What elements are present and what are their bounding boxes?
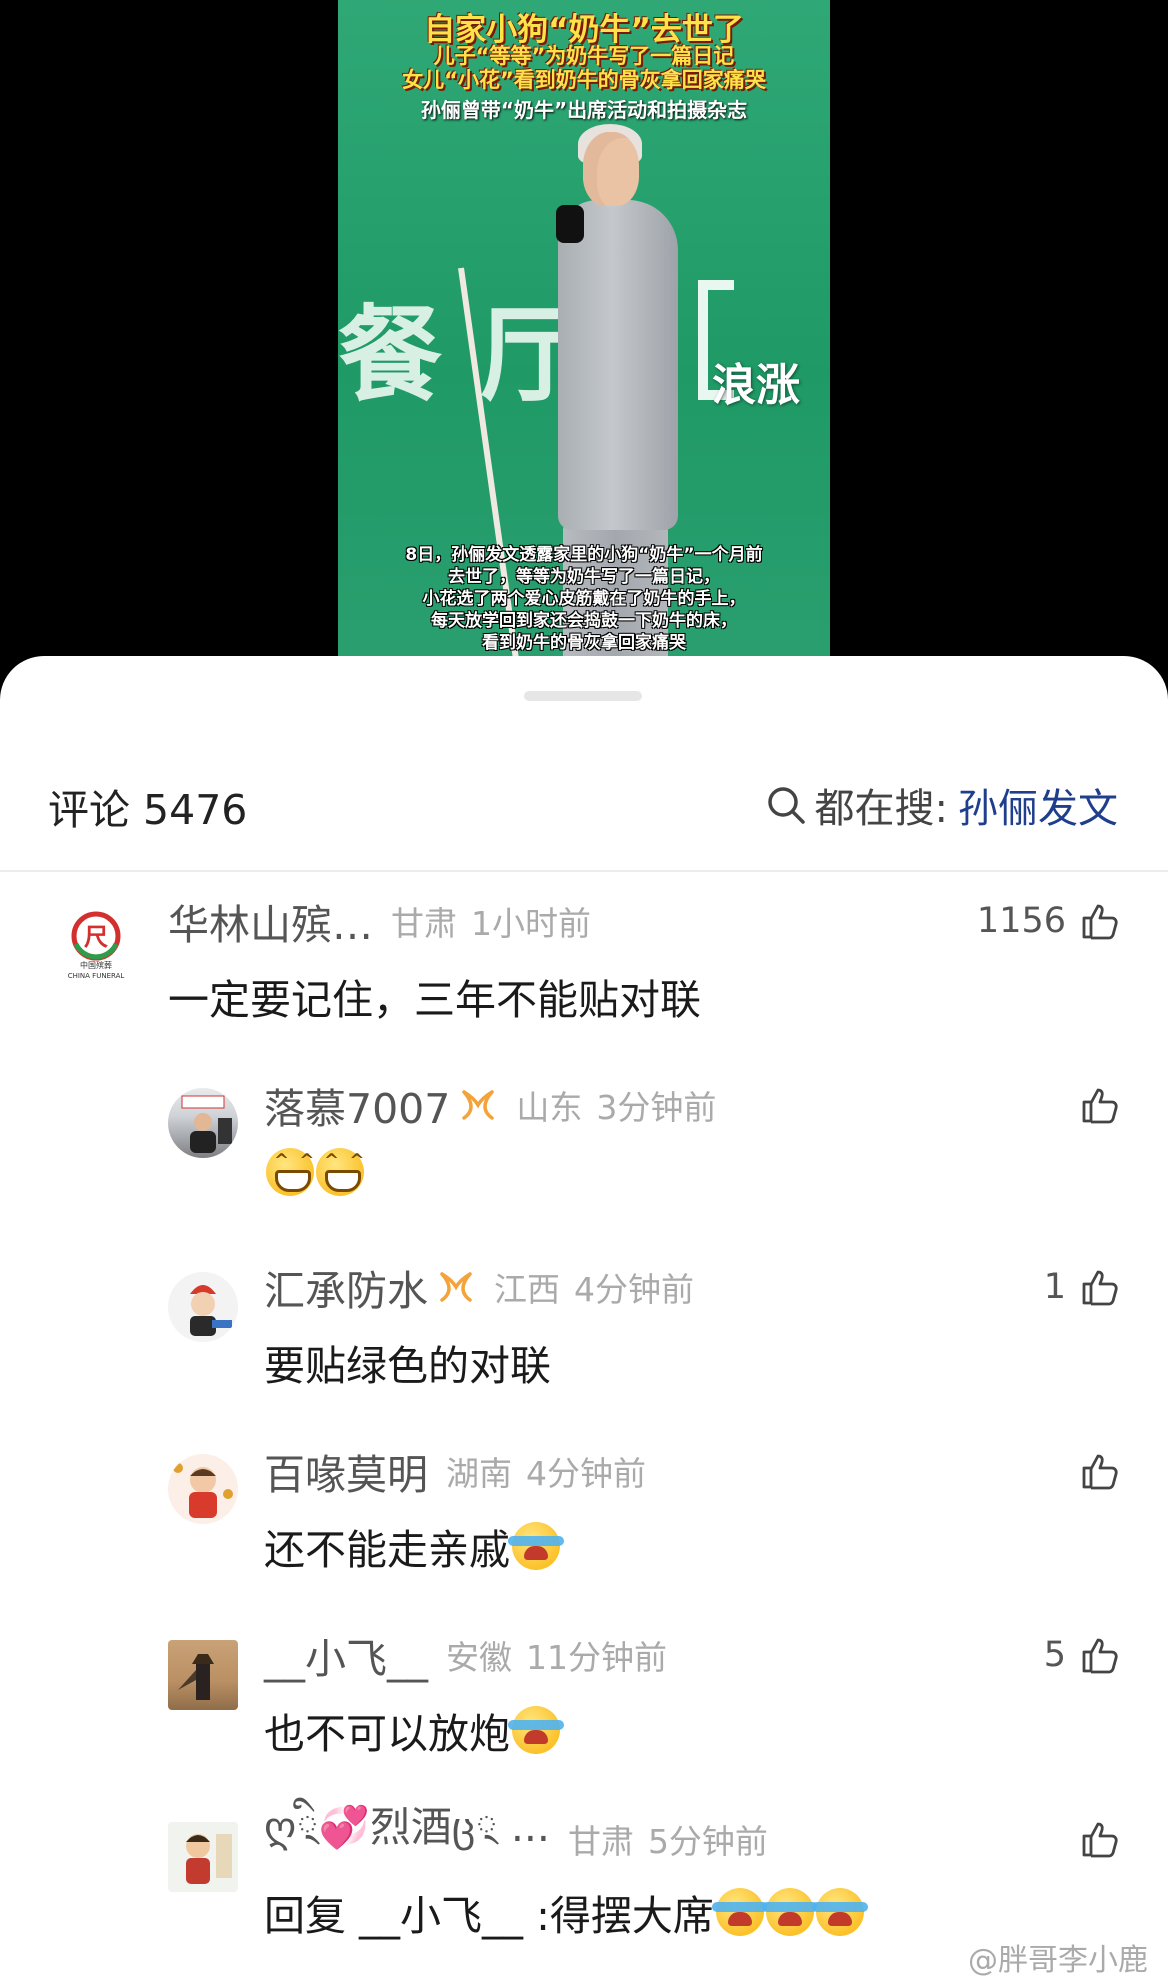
laugh-cry-emoji-icon bbox=[508, 1706, 564, 1754]
avatar[interactable] bbox=[168, 1272, 238, 1342]
avatar[interactable] bbox=[168, 1640, 238, 1710]
funeral-logo-icon: 尺 中国殡葬 CHINA FUNERAL bbox=[68, 911, 125, 980]
timestamp: 5分钟前 bbox=[647, 1822, 768, 1861]
comment-meta: __小飞__ 安徽 11分钟前 bbox=[264, 1630, 667, 1683]
watermark: @胖哥李小鹿 bbox=[968, 1943, 1148, 1978]
search-label: 都在搜: bbox=[814, 786, 948, 832]
comment-meta: 百喙莫明 湖南 4分钟前 bbox=[264, 1446, 646, 1499]
comment-text-content: 也不可以放炮 bbox=[264, 1710, 510, 1758]
username[interactable]: 汇承防水 bbox=[264, 1257, 428, 1317]
thumbs-up-icon bbox=[1082, 1270, 1118, 1306]
search-topic-link[interactable]: 孙俪发文 bbox=[958, 776, 1118, 834]
caption-line: 8日，孙俪发文透露家里的小狗“奶牛”一个月前 bbox=[405, 545, 763, 565]
comment-text: 也不可以放炮 bbox=[264, 1700, 564, 1760]
thumbs-up-icon bbox=[1082, 1088, 1118, 1124]
cartoon-boy-avatar-icon bbox=[186, 1834, 232, 1884]
location: 甘肃 bbox=[391, 904, 457, 943]
like-button[interactable]: 1156 bbox=[977, 896, 1120, 946]
timestamp: 3分钟前 bbox=[596, 1088, 717, 1127]
comment-meta: 汇承防水 江西 4分钟前 bbox=[264, 1262, 694, 1315]
svg-text:尺: 尺 bbox=[84, 923, 108, 951]
svg-text:CHINA FUNERAL: CHINA FUNERAL bbox=[68, 972, 125, 980]
avatar[interactable] bbox=[168, 1088, 238, 1158]
video-player[interactable]: 自家小狗“奶牛”去世了 儿子“等等”为奶牛写了一篇日记 女儿“小花”看到奶牛的骨… bbox=[338, 0, 830, 680]
location: 安徽 bbox=[446, 1638, 512, 1677]
vip-badge-icon bbox=[462, 1090, 495, 1120]
thumbs-up-icon bbox=[1082, 1638, 1118, 1674]
comment-text bbox=[264, 1148, 366, 1196]
location: 江西 bbox=[494, 1270, 560, 1309]
comment-text: 回复 __小飞__ :得摆大席 bbox=[264, 1882, 868, 1942]
timestamp: 1小时前 bbox=[471, 904, 591, 943]
like-button[interactable] bbox=[1066, 1814, 1120, 1864]
laugh-cry-emoji-icon bbox=[761, 1888, 818, 1936]
laugh-cry-emoji-icon bbox=[711, 1888, 768, 1936]
grin-emoji-icon bbox=[316, 1148, 366, 1196]
like-button[interactable]: 5 bbox=[1044, 1630, 1120, 1680]
comment-text: 还不能走亲戚 bbox=[264, 1516, 564, 1576]
drag-handle[interactable] bbox=[524, 691, 642, 701]
username[interactable]: ღ྄ི💞烈酒ც྄ ... bbox=[264, 1782, 550, 1897]
cartoon-avatar-icon bbox=[173, 1463, 233, 1518]
comment-sheet: 评论 5476 都在搜: 孙俪发文 尺 中国殡葬 CHINA FUNERAL 华… bbox=[0, 656, 1168, 1987]
location: 甘肃 bbox=[567, 1822, 634, 1861]
like-button[interactable]: 1 bbox=[1044, 1262, 1120, 1312]
grin-emoji-icon bbox=[266, 1148, 316, 1196]
timestamp: 11分钟前 bbox=[526, 1638, 667, 1677]
comment-text: 一定要记住，三年不能贴对联 bbox=[168, 976, 701, 1024]
video-subtitle-2: 女儿“小花”看到奶牛的骨灰拿回家痛哭 bbox=[402, 68, 766, 92]
laugh-cry-emoji-icon bbox=[508, 1522, 564, 1570]
video-caption: 8日，孙俪发文透露家里的小狗“奶牛”一个月前 去世了，等等为奶牛写了一篇日记， … bbox=[338, 544, 830, 654]
svg-text:中国殡葬: 中国殡葬 bbox=[80, 960, 112, 970]
wanderer-avatar-icon bbox=[178, 1654, 214, 1700]
cartoon-worker-avatar-icon bbox=[190, 1285, 232, 1336]
comment-meta: 华林山殡… 甘肃 1小时前 bbox=[168, 896, 591, 949]
avatar[interactable] bbox=[168, 1454, 238, 1524]
timestamp: 4分钟前 bbox=[526, 1454, 646, 1493]
divider bbox=[0, 870, 1168, 872]
search-icon bbox=[767, 787, 805, 824]
location: 山东 bbox=[516, 1088, 583, 1127]
like-button[interactable] bbox=[1066, 1446, 1120, 1496]
person-head bbox=[583, 132, 639, 206]
caption-line: 每天放学回到家还会捣鼓一下奶牛的床， bbox=[431, 611, 737, 631]
username[interactable]: 百喙莫明 bbox=[264, 1441, 428, 1501]
comment-text: 要贴绿色的对联 bbox=[264, 1342, 551, 1390]
username[interactable]: 华林山殡… bbox=[168, 891, 373, 951]
comments-count-title: 评论 5476 bbox=[48, 786, 248, 834]
location: 湖南 bbox=[446, 1454, 512, 1493]
microphone bbox=[556, 205, 584, 243]
avatar[interactable] bbox=[168, 1822, 238, 1892]
video-subtitle-3: 孙俪曾带“奶牛”出席活动和拍摄杂志 bbox=[420, 98, 748, 122]
like-count: 1 bbox=[1043, 1267, 1066, 1307]
person-avatar-icon bbox=[181, 1095, 232, 1153]
like-count: 1156 bbox=[976, 901, 1066, 941]
comment-text-content: 还不能走亲戚 bbox=[264, 1526, 510, 1574]
comment-meta: 落慕7007 山东 3分钟前 bbox=[264, 1080, 717, 1133]
laugh-cry-emoji-icon bbox=[811, 1888, 868, 1936]
thumbs-up-icon bbox=[1082, 1822, 1118, 1858]
like-button[interactable] bbox=[1066, 1080, 1120, 1130]
comment-meta: ღ྄ི💞烈酒ც྄ ... 甘肃 5分钟前 bbox=[264, 1803, 768, 1864]
username[interactable]: 落慕7007 bbox=[264, 1075, 450, 1135]
caption-line: 小花选了两个爱心皮筋戴在了奶牛的手上， bbox=[422, 589, 746, 609]
caption-line: 去世了，等等为奶牛写了一篇日记， bbox=[448, 567, 720, 587]
person-body bbox=[558, 200, 678, 530]
comment-text-content: 回复 __小飞__ :得摆大席 bbox=[264, 1892, 714, 1940]
trending-search[interactable]: 都在搜: 孙俪发文 bbox=[765, 776, 1118, 834]
thumbs-up-icon bbox=[1082, 904, 1118, 940]
caption-line: 看到奶牛的骨灰拿回家痛哭 bbox=[482, 633, 686, 653]
vip-badge-icon bbox=[440, 1272, 472, 1302]
username[interactable]: __小飞__ bbox=[264, 1625, 428, 1685]
thumbs-up-icon bbox=[1082, 1454, 1118, 1490]
like-count: 5 bbox=[1043, 1635, 1066, 1675]
avatar[interactable]: 尺 中国殡葬 CHINA FUNERAL bbox=[60, 910, 132, 982]
video-logo: 浪涨 bbox=[712, 360, 800, 411]
comment-header: 评论 5476 都在搜: 孙俪发文 bbox=[0, 776, 1168, 848]
timestamp: 4分钟前 bbox=[574, 1270, 694, 1309]
